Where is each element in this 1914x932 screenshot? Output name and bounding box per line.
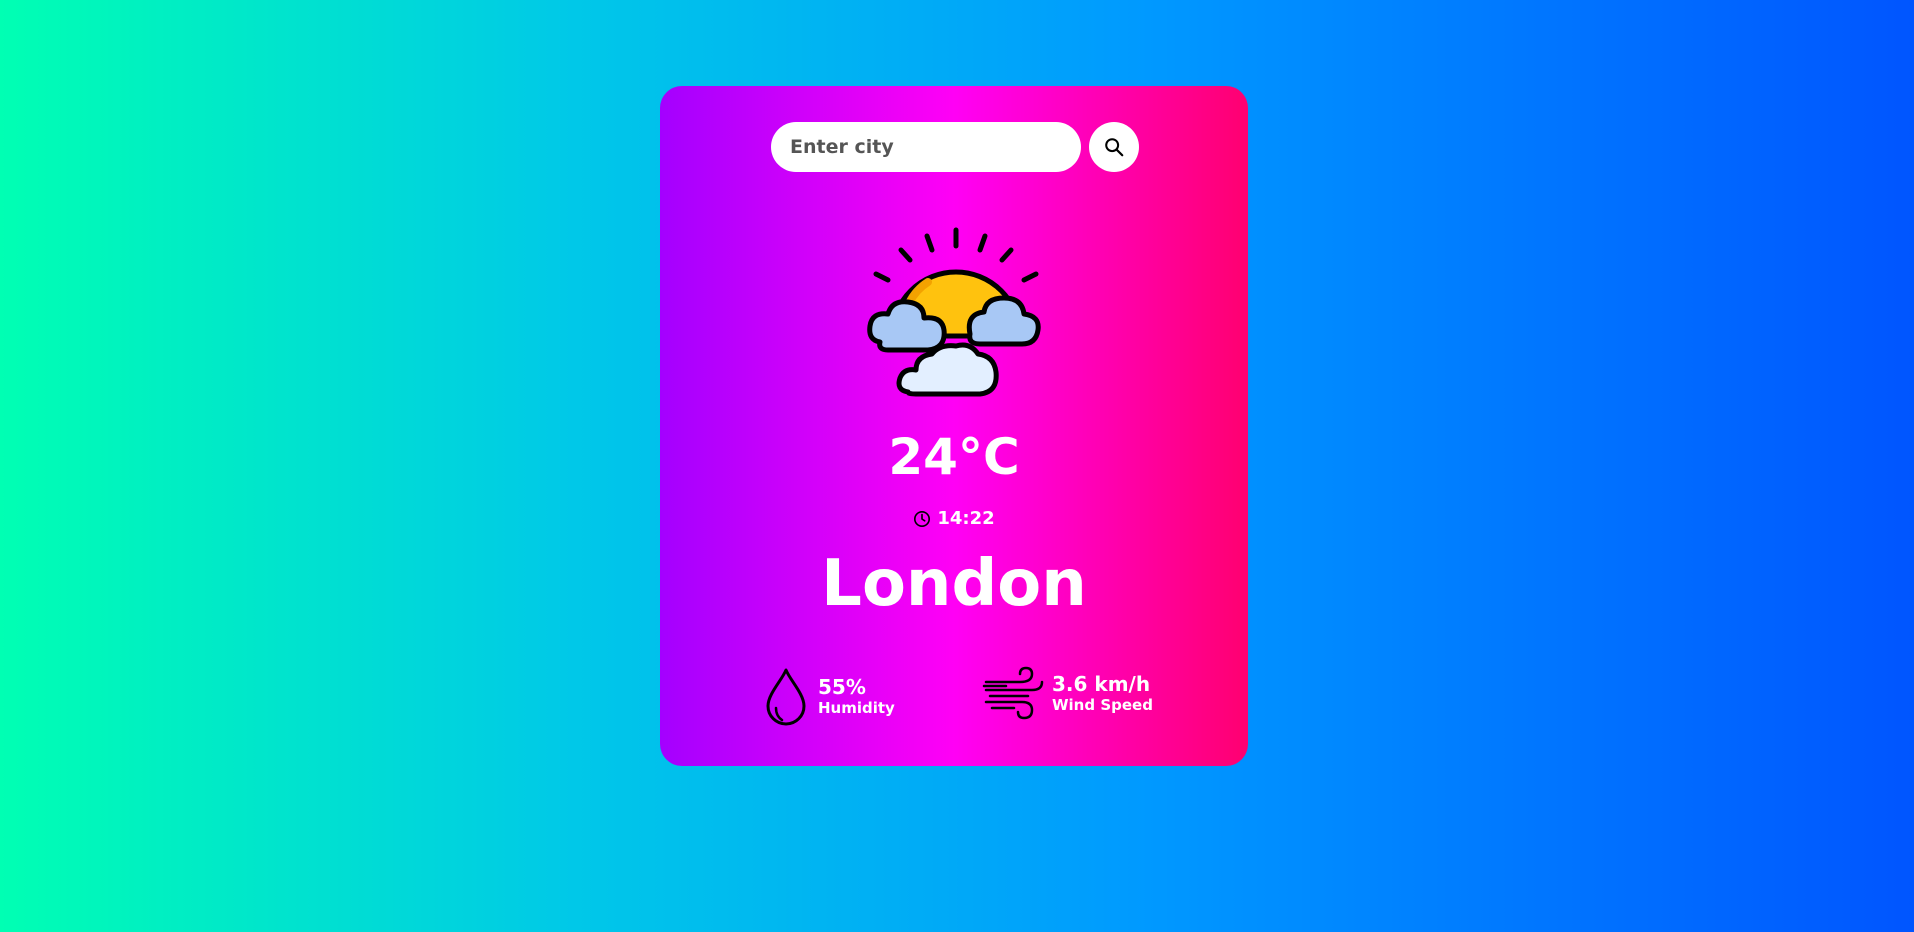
wind-stat: 3.6 km/h Wind Speed [982, 666, 1153, 722]
local-time: 14:22 [660, 508, 1248, 529]
partly-cloudy-sun-icon [867, 227, 1041, 397]
wind-speed-value: 3.6 km/h [1052, 672, 1151, 697]
clock-icon [914, 510, 931, 527]
wind-speed-label: Wind Speed [1052, 696, 1153, 715]
humidity-label: Humidity [818, 699, 895, 718]
time-text: 14:22 [937, 508, 995, 529]
search-button[interactable] [1089, 122, 1139, 172]
humidity-value: 55% [818, 675, 866, 700]
temperature: 24°C [888, 428, 1020, 486]
search-icon [1105, 138, 1124, 157]
city-search-input[interactable] [771, 122, 1081, 172]
search-bar [771, 122, 1139, 172]
humidity-stat: 55% Humidity [762, 666, 895, 728]
city-name: London [821, 547, 1087, 621]
wind-icon [982, 666, 1044, 720]
weather-card: 24°C 14:22 London 55% Humidity [660, 86, 1248, 766]
water-drop-icon [766, 668, 806, 726]
